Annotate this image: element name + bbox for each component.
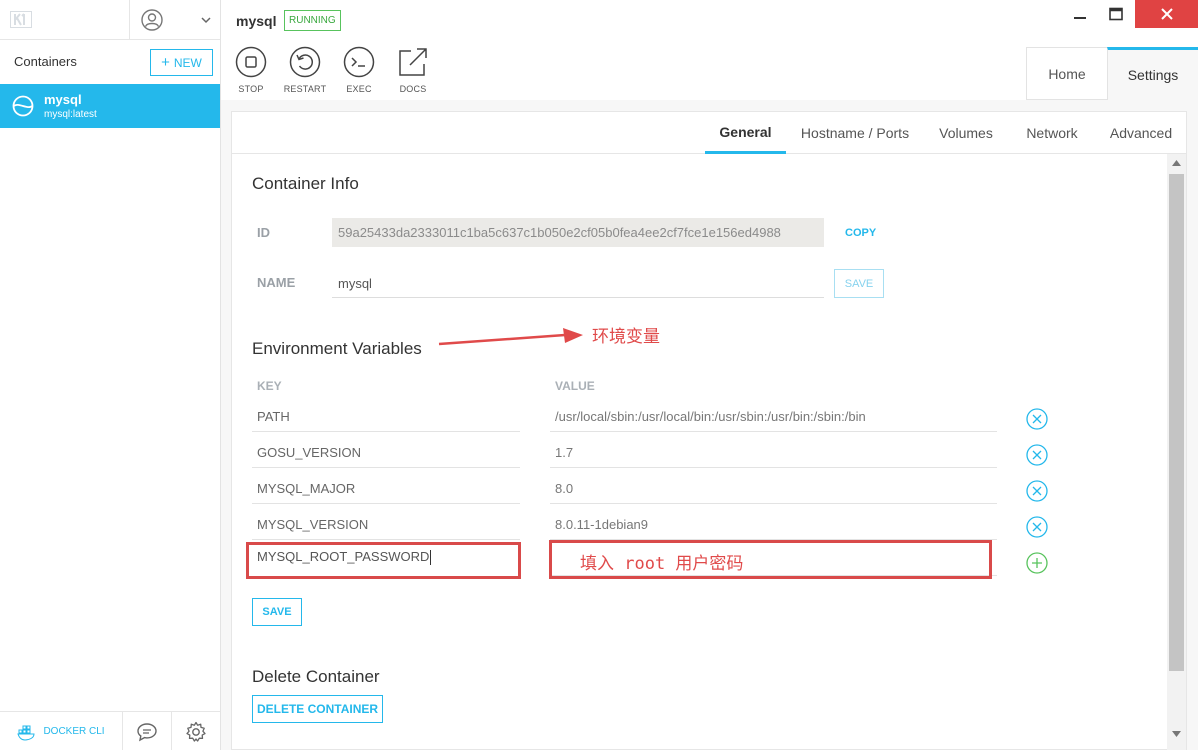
container-title: mysql [236, 13, 277, 29]
sidebar-footer: DOCKER CLI [0, 711, 220, 750]
container-info-title: Container Info [252, 174, 359, 193]
stop-label: STOP [238, 84, 264, 94]
delete-container-button[interactable]: DELETE CONTAINER [252, 695, 383, 723]
subtab-volumes[interactable]: Volumes [929, 112, 1003, 154]
feedback-button[interactable] [123, 712, 172, 750]
maximize-button[interactable] [1097, 0, 1135, 28]
kitematic-logo-icon [10, 11, 32, 28]
subtab-general[interactable]: General [705, 112, 786, 154]
container-name: mysql [44, 92, 82, 107]
close-icon [1160, 8, 1173, 20]
new-env-key-input[interactable]: MYSQL_ROOT_PASSWORD [257, 549, 432, 566]
subtab-hostname-ports[interactable]: Hostname / Ports [792, 112, 918, 154]
save-name-button[interactable]: SAVE [834, 269, 884, 298]
plus-icon: + [161, 54, 170, 71]
delete-container-title: Delete Container [252, 667, 380, 686]
key-column-header: KEY [257, 379, 282, 393]
containers-title: Containers [14, 54, 77, 69]
terminal-icon [343, 46, 375, 78]
container-name-input[interactable] [332, 270, 824, 298]
env-annotation: 环境变量 [592, 327, 660, 347]
external-link-icon [399, 48, 427, 76]
container-id-field: 59a25433da2333011c1ba5c637c1b050e2cf05b0… [332, 218, 824, 247]
name-label: NAME [257, 275, 296, 290]
exec-button[interactable]: EXEC [334, 46, 384, 94]
add-env-icon[interactable] [1026, 552, 1048, 574]
user-avatar-icon [141, 9, 163, 31]
docs-button[interactable]: DOCS [388, 46, 438, 94]
scroll-thumb[interactable] [1169, 174, 1184, 671]
env-value-input[interactable]: 1.7 [550, 438, 997, 468]
docker-cli-button[interactable]: DOCKER CLI [0, 712, 123, 750]
sidebar-top-bar [0, 0, 220, 40]
account-menu[interactable] [129, 0, 220, 40]
status-badge: RUNNING [284, 10, 341, 31]
restart-icon [289, 46, 321, 78]
id-label: ID [257, 225, 270, 240]
password-annotation: 填入 root 用户密码 [580, 554, 744, 574]
save-env-button[interactable]: SAVE [252, 598, 302, 626]
env-value-input[interactable]: /usr/local/sbin:/usr/local/bin:/usr/sbin… [550, 402, 997, 432]
chat-bubble-icon [137, 722, 157, 741]
env-value-input[interactable]: 8.0.11-1debian9 [550, 510, 997, 540]
text-cursor [430, 550, 432, 566]
env-value-input[interactable]: 8.0 [550, 474, 997, 504]
env-vars-title: Environment Variables [252, 339, 422, 358]
container-header: mysql RUNNING STOP RESTART EXEC DOCS Hom… [221, 0, 1198, 100]
docker-cli-icon [17, 725, 35, 741]
scroll-up-arrow-icon [1172, 160, 1181, 166]
remove-env-icon[interactable] [1026, 408, 1048, 430]
annotation-arrow-icon [438, 328, 583, 346]
close-button[interactable] [1135, 0, 1198, 28]
copy-id-button[interactable]: COPY [845, 227, 876, 239]
stop-icon [235, 46, 267, 78]
new-container-button[interactable]: + NEW [150, 49, 213, 76]
env-key-input[interactable]: MYSQL_MAJOR [252, 474, 520, 504]
preferences-button[interactable] [172, 712, 220, 750]
scroll-down-arrow-icon [1172, 731, 1181, 737]
restart-label: RESTART [283, 84, 327, 94]
subtab-network[interactable]: Network [1015, 112, 1089, 154]
settings-panel: General Hostname / Ports Volumes Network… [231, 111, 1187, 750]
chevron-down-icon [201, 17, 211, 24]
scrollbar[interactable] [1167, 154, 1186, 750]
container-list-item[interactable]: mysql mysql:latest [0, 84, 220, 128]
remove-env-icon[interactable] [1026, 516, 1048, 538]
env-key-input[interactable]: MYSQL_VERSION [252, 510, 520, 540]
tab-settings[interactable]: Settings [1107, 47, 1198, 100]
new-button-label: NEW [173, 55, 202, 70]
docker-cli-label: DOCKER CLI [43, 726, 105, 737]
minimize-icon [1074, 17, 1086, 19]
minimize-button[interactable] [1063, 0, 1097, 28]
gear-icon [186, 721, 206, 742]
remove-env-icon[interactable] [1026, 444, 1048, 466]
sidebar: Containers + NEW mysql mysql:latest DOCK… [0, 0, 221, 750]
remove-env-icon[interactable] [1026, 480, 1048, 502]
exec-label: EXEC [346, 84, 372, 94]
docs-label: DOCS [399, 84, 427, 94]
restart-button[interactable]: RESTART [280, 46, 330, 94]
settings-subtabs: General Hostname / Ports Volumes Network… [232, 112, 1186, 154]
new-env-key-text: MYSQL_ROOT_PASSWORD [257, 549, 430, 564]
tab-home[interactable]: Home [1026, 47, 1107, 100]
subtab-advanced[interactable]: Advanced [1100, 112, 1182, 154]
container-image: mysql:latest [44, 109, 97, 120]
maximize-icon [1109, 7, 1123, 21]
scroll-down-button[interactable] [1167, 727, 1186, 741]
container-running-icon [12, 95, 34, 117]
env-key-input[interactable]: GOSU_VERSION [252, 438, 520, 468]
scroll-up-button[interactable] [1167, 156, 1186, 170]
env-key-input[interactable]: PATH [252, 402, 520, 432]
stop-button[interactable]: STOP [226, 46, 276, 94]
value-column-header: VALUE [555, 379, 595, 393]
